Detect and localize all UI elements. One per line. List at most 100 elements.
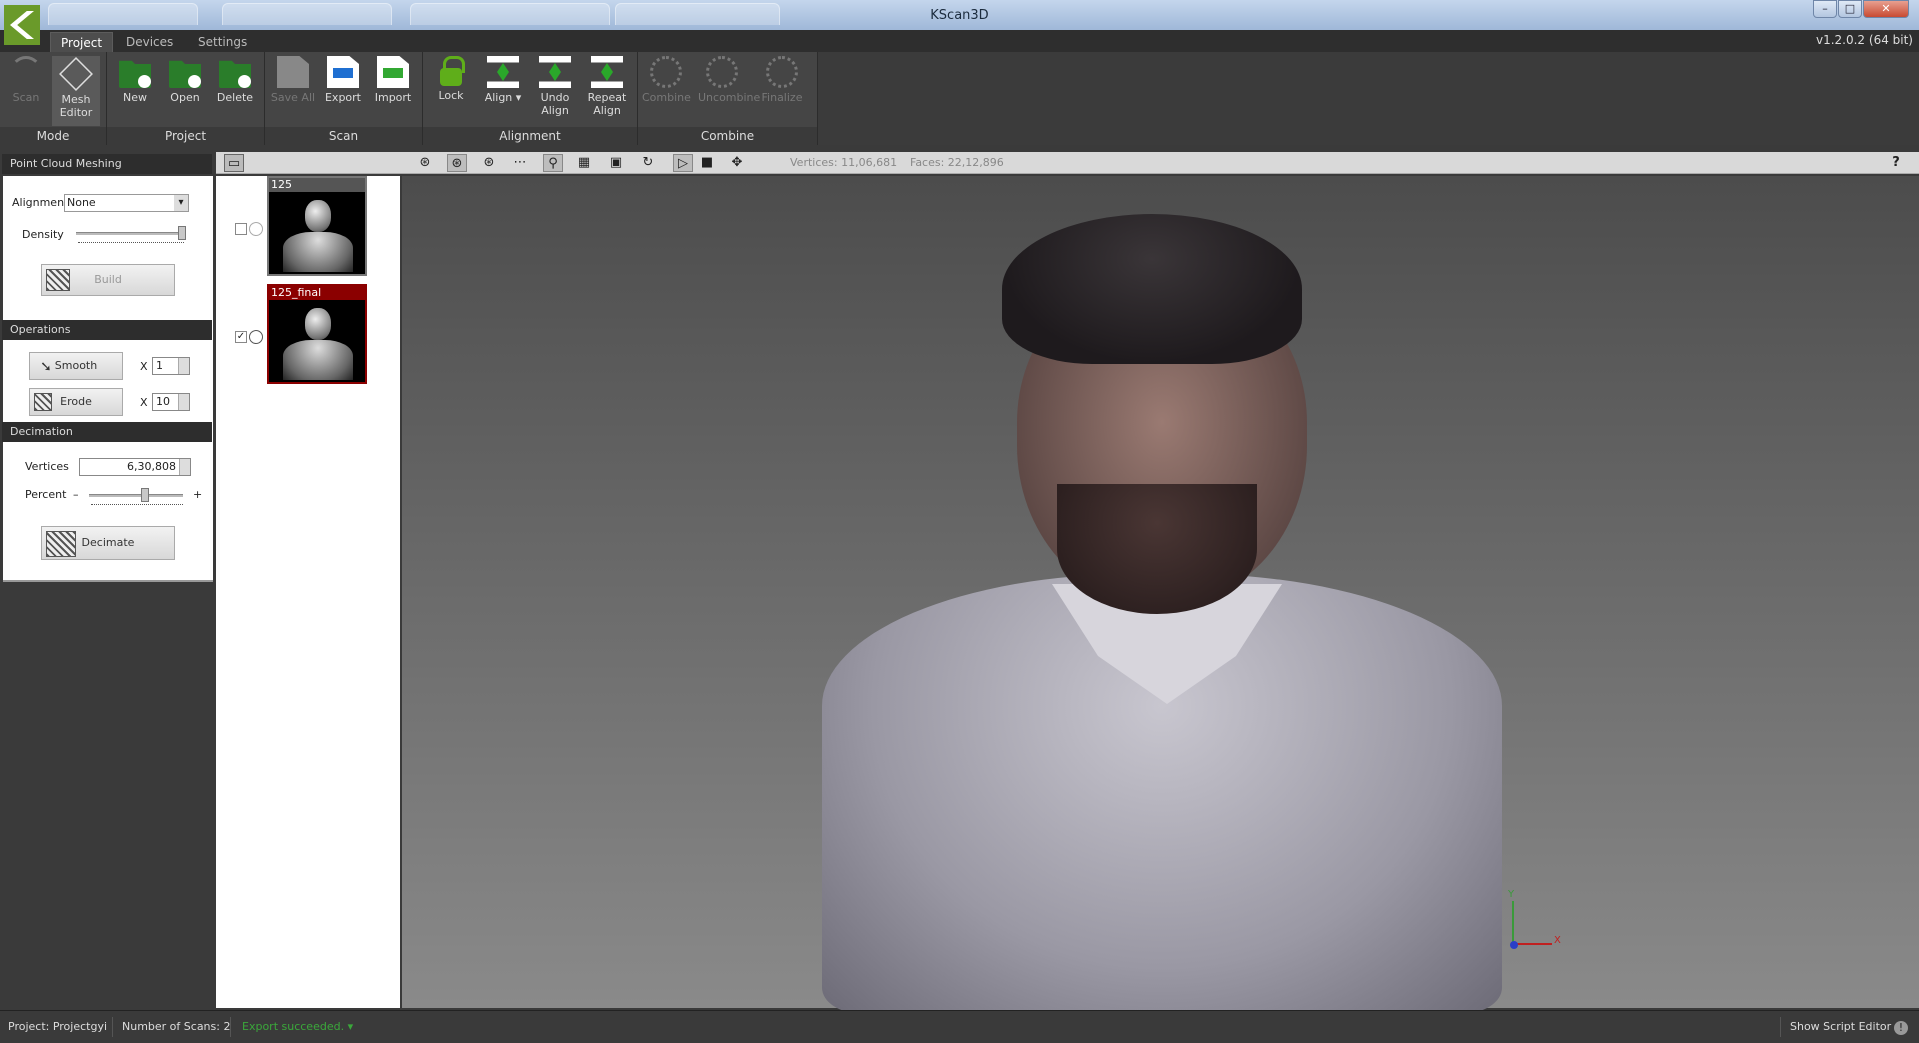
points-view-icon[interactable]: ⋯	[510, 154, 530, 172]
mesh-editor-icon	[59, 57, 93, 91]
project-status: Project: Projectgyi	[8, 1020, 108, 1033]
decimate-label: Decimate	[81, 536, 135, 549]
finalize-button[interactable]: Finalize	[758, 56, 806, 104]
smooth-button[interactable]: ➘ Smooth	[29, 352, 123, 380]
3d-viewport[interactable]: X Y	[402, 176, 1919, 1014]
combine-button[interactable]: Combine	[642, 56, 691, 104]
erode-count-spinner[interactable]: 10	[152, 393, 190, 411]
percent-slider-thumb[interactable]	[140, 488, 149, 502]
light-icon[interactable]: ⚲	[543, 154, 563, 172]
delete-button[interactable]: Delete	[211, 56, 259, 104]
ribbon-group-label: Scan	[265, 127, 422, 145]
maximize-button[interactable]: □	[1838, 0, 1862, 18]
y-axis-label: Y	[1508, 889, 1515, 900]
uncombine-icon	[706, 56, 738, 88]
smooth-count-spinner[interactable]: 1	[152, 357, 190, 375]
scan-name: 125_final	[269, 286, 365, 300]
help-icon[interactable]: ?	[1886, 154, 1906, 172]
grid-icon[interactable]: ▦	[574, 154, 594, 172]
decimate-button[interactable]: Decimate	[41, 526, 175, 560]
scan-visibility-icon[interactable]	[249, 222, 263, 236]
window-title: KScan3D	[930, 8, 989, 23]
lock-icon	[440, 56, 465, 86]
erode-label: Erode	[60, 395, 92, 408]
scan-checkbox[interactable]	[235, 223, 247, 235]
open-button[interactable]: Open	[161, 56, 209, 104]
move-icon[interactable]: ✥	[727, 154, 747, 172]
density-slider[interactable]	[76, 232, 186, 235]
undo-align-button[interactable]: Undo Align	[531, 56, 579, 117]
new-button[interactable]: New	[111, 56, 159, 104]
tab-devices[interactable]: Devices	[116, 32, 183, 52]
y-axis	[1512, 901, 1514, 945]
align-label: Align ▾	[484, 91, 522, 104]
repeat-align-button[interactable]: Repeat Align	[583, 56, 631, 117]
wire-view-icon[interactable]: ⊛	[479, 154, 499, 172]
show-script-editor-button[interactable]: Show Script Editor	[1790, 1020, 1891, 1033]
scan-checkbox[interactable]: ✓	[235, 331, 247, 343]
export-status-message[interactable]: Export succeeded. ▾	[242, 1020, 353, 1033]
percent-plus[interactable]: +	[193, 488, 202, 501]
ribbon-group-scan: Save All Export Import Scan	[265, 52, 423, 145]
uncombine-label: Uncombine	[698, 91, 761, 104]
percent-slider[interactable]	[89, 494, 183, 497]
z-axis	[1510, 941, 1518, 949]
ribbon-group-alignment: Lock Align ▾ Undo Align Repeat Align Ali…	[423, 52, 638, 145]
decimation-panel-header[interactable]: Decimation	[2, 422, 212, 442]
vertices-count: Vertices: 11,06,681	[790, 156, 898, 169]
open-folder-icon	[169, 60, 201, 88]
scan-thumbnail[interactable]: 125	[267, 176, 367, 276]
tab-settings[interactable]: Settings	[188, 32, 257, 52]
import-button[interactable]: Import	[369, 56, 417, 104]
scan-count-status: Number of Scans: 2	[122, 1020, 231, 1033]
erode-button[interactable]: Erode	[29, 388, 123, 416]
percent-minus[interactable]: –	[73, 488, 79, 501]
scan-wifi-icon	[10, 56, 42, 88]
scan-label: Scan	[12, 91, 40, 104]
align-button[interactable]: Align ▾	[479, 56, 527, 104]
scan-thumbnail[interactable]: 125_final	[267, 284, 367, 384]
uncombine-button[interactable]: Uncombine	[698, 56, 760, 104]
textured-view-icon[interactable]: ⊛	[447, 154, 467, 172]
status-bar: Project: Projectgyi Number of Scans: 2 E…	[0, 1010, 1919, 1043]
operations-panel-header[interactable]: Operations	[2, 320, 212, 340]
import-icon	[377, 56, 409, 88]
lock-button[interactable]: Lock	[427, 56, 475, 102]
minimize-button[interactable]: –	[1813, 0, 1837, 18]
scan-mode-button[interactable]: Scan	[2, 56, 50, 104]
x-axis-label: X	[1554, 935, 1561, 946]
play-icon[interactable]: ▷	[673, 154, 693, 172]
percent-ticks	[91, 504, 183, 507]
viewport-toolbar: ▭ ⊛ ⊛ ⊛ ⋯ ⚲ ▦ ▣ ↻ ▷ ■ ✥ Vertices: 11,06,…	[216, 152, 1919, 174]
save-all-button[interactable]: Save All	[269, 56, 317, 104]
alignment-dropdown[interactable]: None	[64, 194, 189, 212]
density-slider-thumb[interactable]	[178, 226, 186, 240]
app-logo-icon[interactable]	[4, 5, 40, 45]
close-button[interactable]: ✕	[1863, 0, 1909, 18]
decimate-icon	[46, 531, 76, 557]
cursor-icon: ➘	[40, 359, 52, 375]
open-label: Open	[170, 91, 200, 104]
bounding-box-icon[interactable]: ▣	[606, 154, 626, 172]
finalize-label: Finalize	[761, 91, 803, 104]
mesh-editor-button[interactable]: Mesh Editor	[52, 56, 100, 126]
mesh-view-icon[interactable]: ⊛	[415, 154, 435, 172]
scanned-person-mesh	[822, 214, 1502, 1014]
meshing-panel-header[interactable]: Point Cloud Meshing	[2, 154, 212, 174]
left-panel: Point Cloud Meshing Alignment None Densi…	[0, 152, 214, 1010]
tab-project[interactable]: Project	[50, 32, 114, 52]
build-button[interactable]: Build	[41, 264, 175, 296]
rotate-icon[interactable]: ↻	[638, 154, 658, 172]
scan-visibility-icon[interactable]	[249, 330, 263, 344]
vertices-spinner[interactable]: 6,30,808	[79, 458, 191, 476]
ribbon-group-mode: Scan Mesh Editor Mode	[0, 52, 107, 145]
thumbnail-view-icon[interactable]: ▭	[224, 154, 244, 172]
stop-icon[interactable]: ■	[697, 154, 717, 172]
combine-icon	[650, 56, 682, 88]
info-icon[interactable]: !	[1894, 1021, 1908, 1035]
x-axis	[1512, 943, 1552, 945]
status-divider	[1780, 1017, 1781, 1037]
export-button[interactable]: Export	[319, 56, 367, 104]
alignment-label: Alignment	[12, 196, 69, 209]
new-folder-icon	[119, 60, 151, 88]
